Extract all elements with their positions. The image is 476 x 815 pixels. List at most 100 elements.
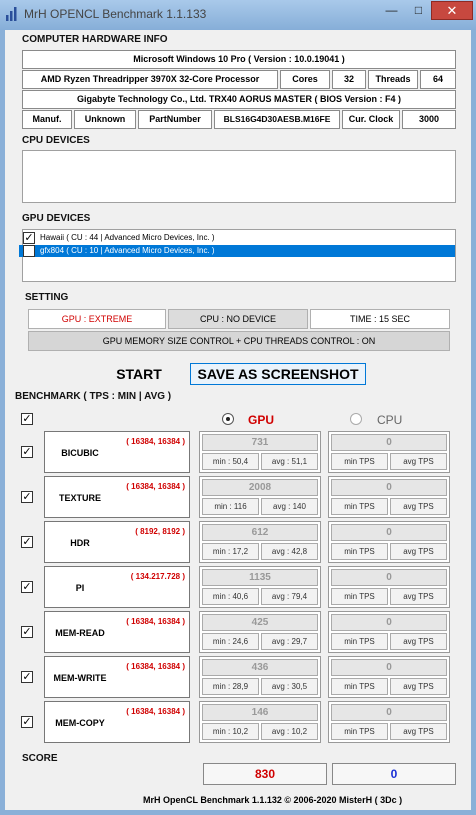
manuf-value: Unknown [74, 110, 136, 129]
gpu-device-label: Hawaii ( CU : 44 | Advanced Micro Device… [40, 233, 215, 242]
cpu-result: 0 min TPS avg TPS [328, 611, 450, 653]
gpu-radio[interactable] [222, 413, 234, 425]
motherboard-info: Gigabyte Technology Co., Ltd. TRX40 AORU… [22, 90, 456, 109]
test-checkbox[interactable]: ✓ [21, 536, 33, 548]
test-box[interactable]: ( 16384, 16384 ) BICUBIC [44, 431, 190, 473]
gpu-device-item[interactable]: gfx804 ( CU : 10 | Advanced Micro Device… [19, 245, 455, 257]
gpu-min-tps: min : 40,6 [202, 588, 259, 605]
cpu-tps-value: 0 [331, 569, 447, 586]
start-button[interactable]: START [97, 364, 181, 386]
gpu-device-label: gfx804 ( CU : 10 | Advanced Micro Device… [40, 246, 215, 255]
test-box[interactable]: ( 16384, 16384 ) MEM-WRITE [44, 656, 190, 698]
gpu-tps-value: 425 [202, 614, 318, 631]
cpu-avg-tps: avg TPS [390, 453, 447, 470]
gpu-score: 830 [203, 763, 327, 785]
cpu-avg-tps: avg TPS [390, 678, 447, 695]
test-box[interactable]: ( 8192, 8192 ) HDR [44, 521, 190, 563]
save-screenshot-button[interactable]: SAVE AS SCREENSHOT [190, 363, 366, 385]
test-checkbox[interactable]: ✓ [21, 491, 33, 503]
memory-control-setting[interactable]: GPU MEMORY SIZE CONTROL + CPU THREADS CO… [28, 331, 450, 351]
gpu-devices-header: GPU DEVICES [22, 213, 91, 224]
score-header: SCORE [22, 753, 58, 764]
minimize-button[interactable]: — [378, 2, 405, 20]
test-box[interactable]: ( 134.217.728 ) PI [44, 566, 190, 608]
test-checkbox[interactable]: ✓ [21, 671, 33, 683]
cores-label: Cores [280, 70, 330, 89]
cpu-tps-value: 0 [331, 479, 447, 496]
app-icon [6, 7, 17, 21]
gpu-result: 425 min : 24,6 avg : 29,7 [199, 611, 321, 653]
cpu-min-tps: min TPS [331, 633, 388, 650]
cpu-tps-value: 0 [331, 614, 447, 631]
cpu-min-tps: min TPS [331, 678, 388, 695]
gpu-device-checkbox[interactable]: ✓ [23, 232, 35, 244]
cpu-result: 0 min TPS avg TPS [328, 566, 450, 608]
clock-value: 3000 [402, 110, 456, 129]
cpu-score: 0 [332, 763, 456, 785]
gpu-min-tps: min : 28,9 [202, 678, 259, 695]
test-checkbox[interactable]: ✓ [21, 581, 33, 593]
gpu-avg-tps: avg : 10,2 [261, 723, 318, 740]
close-button[interactable]: ✕ [431, 1, 473, 20]
cpu-radio[interactable] [350, 413, 362, 425]
gpu-avg-tps: avg : 42,8 [261, 543, 318, 560]
gpu-device-checkbox[interactable] [23, 245, 35, 257]
partnumber-label: PartNumber [138, 110, 212, 129]
cpu-result: 0 min TPS avg TPS [328, 701, 450, 743]
window-title: MrH OPENCL Benchmark 1.1.133 [24, 7, 207, 21]
gpu-min-tps: min : 10,2 [202, 723, 259, 740]
threads-value: 64 [420, 70, 456, 89]
test-resolution: ( 16384, 16384 ) [126, 482, 185, 491]
cpu-tps-value: 0 [331, 434, 447, 451]
test-name: MEM-COPY [55, 718, 105, 728]
os-info: Microsoft Windows 10 Pro ( Version : 10.… [22, 50, 456, 69]
gpu-avg-tps: avg : 30,5 [261, 678, 318, 695]
cpu-min-tps: min TPS [331, 498, 388, 515]
test-box[interactable]: ( 16384, 16384 ) MEM-READ [44, 611, 190, 653]
gpu-result: 436 min : 28,9 avg : 30,5 [199, 656, 321, 698]
gpu-avg-tps: avg : 51,1 [261, 453, 318, 470]
gpu-min-tps: min : 24,6 [202, 633, 259, 650]
cpu-result: 0 min TPS avg TPS [328, 431, 450, 473]
test-name: TEXTURE [58, 493, 101, 503]
test-box[interactable]: ( 16384, 16384 ) MEM-COPY [44, 701, 190, 743]
gpu-tps-value: 436 [202, 659, 318, 676]
cpu-tps-value: 0 [331, 704, 447, 721]
cpu-radio-label: CPU [377, 413, 403, 427]
test-name: BICUBIC [61, 448, 99, 458]
maximize-button[interactable]: □ [405, 2, 432, 20]
gpu-min-tps: min : 116 [202, 498, 259, 515]
gpu-tps-value: 612 [202, 524, 318, 541]
manuf-label: Manuf. [22, 110, 72, 129]
test-resolution: ( 16384, 16384 ) [126, 617, 185, 626]
gpu-device-item[interactable]: ✓ Hawaii ( CU : 44 | Advanced Micro Devi… [19, 232, 455, 244]
gpu-mode-setting[interactable]: GPU : EXTREME [28, 309, 166, 329]
cpu-tps-value: 0 [331, 659, 447, 676]
test-checkbox[interactable]: ✓ [21, 446, 33, 458]
test-resolution: ( 16384, 16384 ) [126, 437, 185, 446]
test-resolution: ( 16384, 16384 ) [126, 662, 185, 671]
test-checkbox[interactable]: ✓ [21, 716, 33, 728]
gpu-min-tps: min : 50,4 [202, 453, 259, 470]
cpu-devices-header: CPU DEVICES [22, 135, 90, 146]
title-bar[interactable]: MrH OPENCL Benchmark 1.1.133 — □ ✕ [0, 0, 476, 30]
cpu-avg-tps: avg TPS [390, 723, 447, 740]
test-resolution: ( 8192, 8192 ) [135, 527, 185, 536]
select-all-checkbox[interactable]: ✓ [21, 413, 33, 425]
time-setting[interactable]: TIME : 15 SEC [310, 309, 450, 329]
gpu-tps-value: 2008 [202, 479, 318, 496]
gpu-avg-tps: avg : 140 [261, 498, 318, 515]
gpu-radio-label: GPU [248, 413, 275, 427]
gpu-tps-value: 146 [202, 704, 318, 721]
gpu-result: 2008 min : 116 avg : 140 [199, 476, 321, 518]
benchmark-header: BENCHMARK ( TPS : MIN | AVG ) [15, 391, 172, 402]
cpu-tps-value: 0 [331, 524, 447, 541]
test-box[interactable]: ( 16384, 16384 ) TEXTURE [44, 476, 190, 518]
cpu-name: AMD Ryzen Threadripper 3970X 32-Core Pro… [22, 70, 278, 89]
cpu-devices-list[interactable] [22, 150, 456, 203]
test-name: PI [75, 583, 85, 593]
cpu-min-tps: min TPS [331, 588, 388, 605]
partnumber-value: BLS16G4D30AESB.M16FE [214, 110, 340, 129]
cpu-mode-setting[interactable]: CPU : NO DEVICE [168, 309, 308, 329]
test-checkbox[interactable]: ✓ [21, 626, 33, 638]
